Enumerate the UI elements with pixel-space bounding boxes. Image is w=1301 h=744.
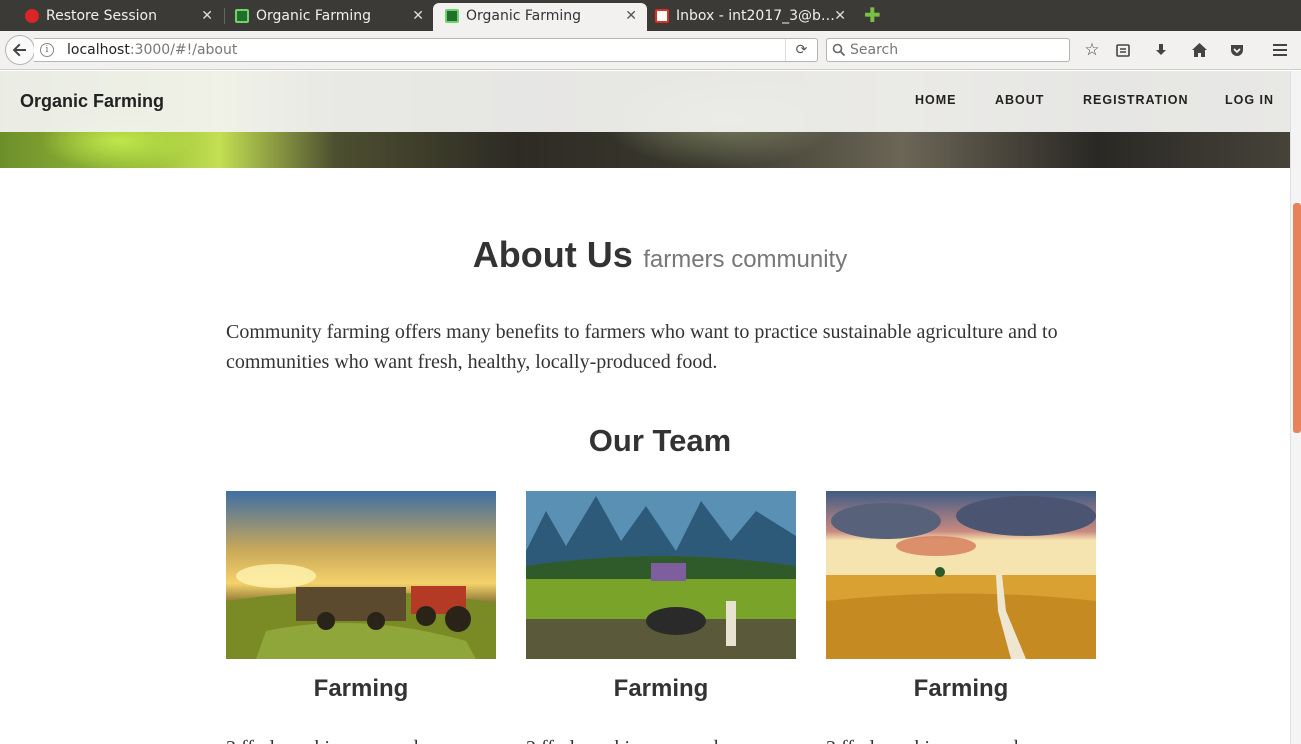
nav-about[interactable]: ABOUT <box>995 93 1044 107</box>
info-icon[interactable]: i <box>40 43 54 57</box>
bookmark-star-icon[interactable]: ☆ <box>1081 39 1103 61</box>
site-icon <box>235 9 249 23</box>
page-title: About Us <box>472 234 633 275</box>
site-header: Organic Farming HOME ABOUT REGISTRATION … <box>0 71 1290 132</box>
page-subtitle: farmers community <box>643 246 848 273</box>
tab-label: Organic Farming <box>256 8 372 24</box>
card-title: Farming <box>613 675 709 702</box>
card-text: 2 ffarly archie ressmaed ensoy <box>526 733 806 744</box>
card-text: 2 ffarly archie ressmaed ensoy <box>226 733 506 744</box>
menu-icon[interactable] <box>1269 39 1291 61</box>
close-tab-icon[interactable]: ✕ <box>834 3 846 29</box>
back-button[interactable] <box>5 35 35 65</box>
tab-strip: Restore Session ✕ Organic Farming ✕ Orga… <box>0 0 1301 31</box>
tab-organic-farming-active[interactable]: Organic Farming ✕ <box>433 3 647 31</box>
pocket-icon[interactable] <box>1226 39 1248 61</box>
back-arrow-icon <box>12 43 26 57</box>
url-bar[interactable]: i localhost:3000/#!/about ⟳ <box>34 38 818 62</box>
page-viewport: Organic Farming HOME ABOUT REGISTRATION … <box>0 71 1290 744</box>
nav-registration[interactable]: REGISTRATION <box>1083 93 1189 107</box>
search-placeholder: Search <box>850 42 899 58</box>
site-icon <box>445 9 459 23</box>
site-brand[interactable]: Organic Farming <box>20 91 164 112</box>
download-icon[interactable] <box>1150 39 1172 61</box>
reading-list-icon[interactable] <box>1112 39 1134 61</box>
error-icon <box>25 9 39 23</box>
about-intro-text: Community farming offers many benefits t… <box>226 321 1058 373</box>
scrollbar-thumb[interactable] <box>1293 203 1301 433</box>
team-heading: Our Team <box>588 423 732 458</box>
card-title: Farming <box>913 675 1009 702</box>
tractor-sunset-image <box>226 491 496 659</box>
tab-label: Inbox - int2017_3@b… <box>676 8 835 24</box>
card-text: 2 ffarly archie ressmaed ensoy <box>826 733 1106 744</box>
tab-restore-session[interactable]: Restore Session ✕ <box>0 3 223 31</box>
tab-inbox[interactable]: Inbox - int2017_3@b… ✕ <box>630 3 856 31</box>
buffalo-rice-field-image <box>526 491 796 659</box>
tab-label: Organic Farming <box>466 8 582 24</box>
nav-home[interactable]: HOME <box>915 93 957 107</box>
url-text: localhost:3000/#!/about <box>67 42 238 58</box>
home-icon[interactable] <box>1188 39 1210 61</box>
search-icon <box>832 43 846 57</box>
browser-toolbar: i localhost:3000/#!/about ⟳ Search ☆ <box>0 31 1301 70</box>
new-tab-icon[interactable]: ✚ <box>864 5 881 25</box>
tab-organic-farming-1[interactable]: Organic Farming ✕ <box>210 3 434 31</box>
nav-login[interactable]: LOG IN <box>1225 93 1274 107</box>
tab-label: Restore Session <box>46 8 157 24</box>
reload-icon[interactable]: ⟳ <box>785 39 817 61</box>
wheat-field-road-image <box>826 491 1096 659</box>
page-scrollbar[interactable] <box>1290 71 1301 744</box>
search-input[interactable]: Search <box>826 38 1070 62</box>
about-heading: About Us farmers community <box>0 234 1290 276</box>
gmail-icon <box>655 9 669 23</box>
card-title: Farming <box>313 675 409 702</box>
close-tab-icon[interactable]: ✕ <box>412 3 424 29</box>
